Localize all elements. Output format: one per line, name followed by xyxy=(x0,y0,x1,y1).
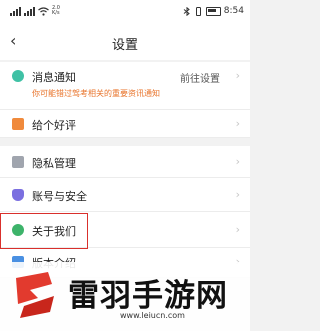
settings-item-account[interactable]: 账号与安全 › xyxy=(0,178,250,212)
watermark: 雷羽手游网 www.leiucn.com xyxy=(0,262,250,331)
notification-subtitle: 你可能错过驾考相关的重要资讯通知 xyxy=(32,89,160,98)
settings-item-rating[interactable]: 给个好评 › xyxy=(0,110,250,138)
chevron-right-icon: › xyxy=(235,69,240,82)
watermark-url: www.leiucn.com xyxy=(120,311,185,320)
account-label: 账号与安全 xyxy=(32,190,87,203)
chevron-right-icon: › xyxy=(235,117,240,130)
network-speed: 2.0 K/s xyxy=(52,5,60,16)
settings-item-privacy[interactable]: 隐私管理 › xyxy=(0,146,250,178)
message-icon xyxy=(12,70,24,82)
nav-bar: ‹ 设置 xyxy=(0,24,250,60)
status-bar: 2.0 K/s 8:54 xyxy=(0,0,250,24)
rating-label: 给个好评 xyxy=(32,119,76,132)
thumbs-up-icon xyxy=(12,118,24,130)
watermark-logo-icon xyxy=(16,272,54,318)
bluetooth-icon xyxy=(183,6,190,16)
privacy-label: 隐私管理 xyxy=(32,157,76,170)
chevron-right-icon: › xyxy=(235,223,240,236)
settings-item-notification[interactable]: 消息通知 前往设置 › 你可能错过驾考相关的重要资讯通知 xyxy=(0,62,250,110)
signal-icon xyxy=(10,6,21,16)
clock: 8:54 xyxy=(223,6,244,16)
shield-icon xyxy=(12,189,24,201)
page-title: 设置 xyxy=(111,38,138,53)
battery-icon xyxy=(205,6,221,16)
vibrate-icon xyxy=(195,6,201,16)
highlight-box xyxy=(0,213,88,249)
chevron-right-icon: › xyxy=(235,188,240,201)
lock-icon xyxy=(12,156,24,168)
watermark-title: 雷羽手游网 xyxy=(68,278,228,314)
notification-label: 消息通知 xyxy=(32,71,76,84)
signal-icon-2 xyxy=(24,6,35,16)
wifi-icon xyxy=(38,6,49,16)
notification-value: 前往设置 xyxy=(180,74,220,85)
chevron-right-icon: › xyxy=(235,155,240,168)
